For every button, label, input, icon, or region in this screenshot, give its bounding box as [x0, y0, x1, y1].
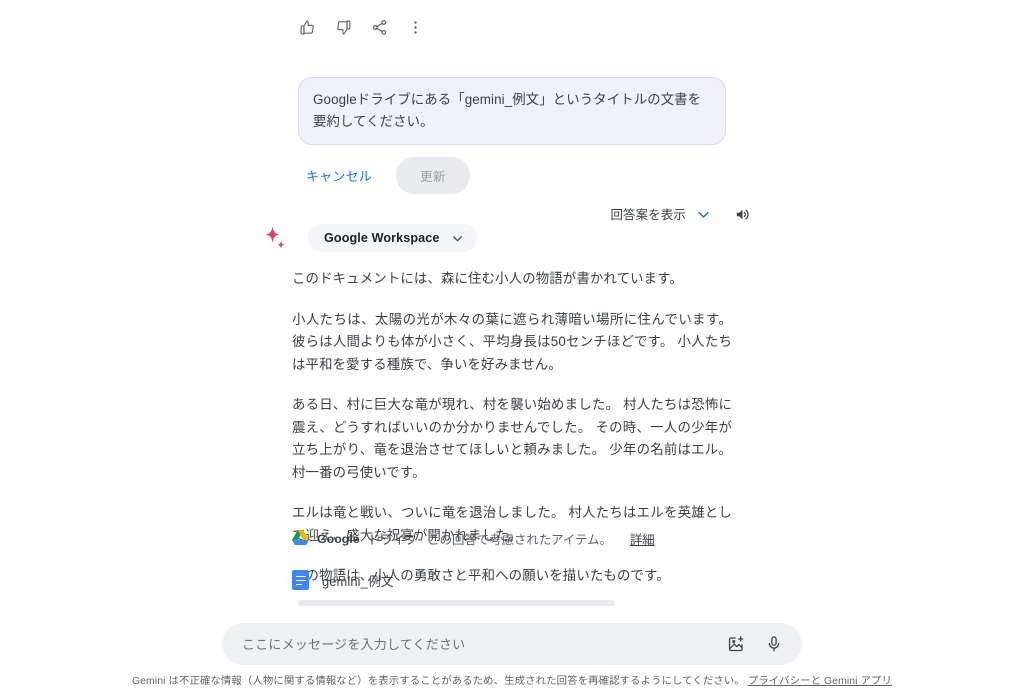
- gemini-conversation-page: Googleドライブにある「gemini_例文」というタイトルの文書を要約してく…: [0, 0, 1024, 691]
- google-workspace-chip[interactable]: Google Workspace: [308, 224, 479, 252]
- update-button[interactable]: 更新: [396, 157, 470, 194]
- cancel-button[interactable]: キャンセル: [300, 162, 378, 189]
- thumb-down-icon[interactable]: [328, 12, 358, 42]
- speaker-icon[interactable]: [728, 200, 756, 228]
- show-drafts-label[interactable]: 回答案を表示: [610, 205, 686, 223]
- more-options-icon[interactable]: [400, 12, 430, 42]
- sources-header: Google ドライブ この回答で考慮されたアイテム。 詳細: [292, 530, 732, 548]
- composer-icon-group: [724, 632, 786, 656]
- source-list-item[interactable]: gemini_例文: [292, 570, 732, 590]
- privacy-link[interactable]: プライバシーと Gemini アプリ: [748, 676, 892, 687]
- response-paragraph: 小人たちは、太陽の光が木々の葉に遮られ薄暗い場所に住んでいます。 彼らは人間より…: [292, 311, 732, 372]
- chevron-down-icon[interactable]: [451, 232, 464, 245]
- horizontal-scrollbar[interactable]: [298, 600, 615, 606]
- response-action-bar: [292, 12, 430, 42]
- prompt-edit-actions: キャンセル 更新: [300, 157, 470, 194]
- add-image-icon[interactable]: [724, 632, 748, 656]
- chevron-down-icon[interactable]: [692, 203, 714, 225]
- microphone-icon[interactable]: [762, 632, 786, 656]
- google-workspace-chip-label: Google Workspace: [324, 231, 440, 245]
- google-docs-icon: [292, 570, 309, 590]
- message-input[interactable]: [240, 635, 724, 653]
- source-file-name: gemini_例文: [322, 573, 394, 589]
- gemini-sparkle-icon: [262, 225, 288, 251]
- disclaimer-text: Gemini は不正確な情報（人物に関する情報など）を表示することがあるため、生…: [131, 676, 745, 687]
- share-icon[interactable]: [364, 12, 394, 42]
- footer-disclaimer: Gemini は不正確な情報（人物に関する情報など）を表示することがあるため、生…: [0, 672, 1024, 687]
- response-paragraph: ある日、村に巨大な竜が現れ、村を襲い始めました。 村人たちは恐怖に震え、どうすれ…: [292, 397, 732, 480]
- drive-source-name: Google: [317, 532, 360, 546]
- sources-note: この回答で考慮されたアイテム。: [427, 533, 612, 547]
- message-composer[interactable]: [222, 623, 802, 665]
- drafts-toolbar: 回答案を表示: [610, 200, 756, 228]
- sources-section: Google ドライブ この回答で考慮されたアイテム。 詳細 gemini_例文: [292, 530, 732, 590]
- drive-source-name-suffix: ドライブ: [367, 533, 418, 547]
- prompt-edit-textarea[interactable]: Googleドライブにある「gemini_例文」というタイトルの文書を要約してく…: [298, 77, 726, 146]
- response-paragraph: このドキュメントには、森に住む小人の物語が書かれています。: [292, 271, 683, 286]
- google-drive-icon: [292, 530, 309, 548]
- sources-details-link[interactable]: 詳細: [630, 530, 655, 548]
- thumb-up-icon[interactable]: [292, 12, 322, 42]
- response-header: Google Workspace: [262, 224, 479, 252]
